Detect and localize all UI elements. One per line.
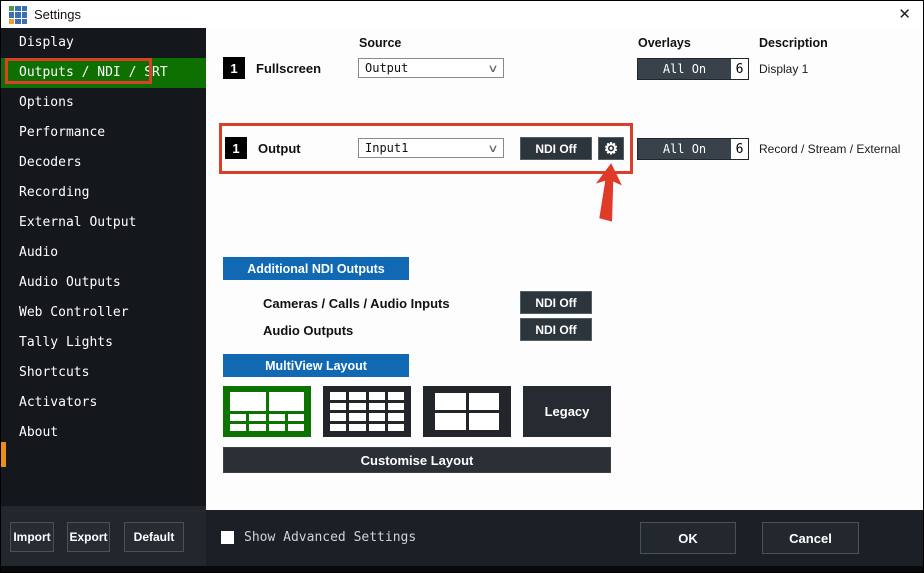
export-button[interactable]: Export	[67, 522, 110, 552]
additional-ndi-outputs-header[interactable]: Additional NDI Outputs	[223, 257, 409, 280]
audio-outputs-label: Audio Outputs	[263, 323, 353, 338]
fullscreen-overlays-button[interactable]: All On 6	[637, 58, 749, 80]
legacy-layout-button[interactable]: Legacy	[523, 386, 611, 437]
cameras-calls-audio-inputs-label: Cameras / Calls / Audio Inputs	[263, 296, 450, 311]
fullscreen-source-dropdown[interactable]: Output ∨	[358, 58, 504, 78]
multiview-layout-option-1-selected[interactable]	[223, 386, 311, 437]
column-header-source: Source	[359, 36, 401, 50]
fullscreen-label: Fullscreen	[256, 61, 321, 76]
output-overlays-button[interactable]: All On 6	[637, 138, 749, 160]
sidebar-item-web-controller[interactable]: Web Controller	[1, 298, 206, 328]
column-header-overlays: Overlays	[638, 36, 691, 50]
sidebar: Display Outputs / NDI / SRT Options Perf…	[1, 28, 206, 573]
ok-button[interactable]: OK	[640, 522, 736, 554]
output-label: Output	[258, 141, 301, 156]
overlay-count-badge: 6	[731, 59, 748, 79]
bottom-bar: Show Advanced Settings OK Cancel	[206, 510, 923, 572]
sidebar-item-options[interactable]: Options	[1, 88, 206, 118]
vmix-logo-icon	[9, 6, 27, 24]
column-header-description: Description	[759, 36, 828, 50]
sidebar-item-activators[interactable]: Activators	[1, 388, 206, 418]
red-arrow-annotation	[591, 163, 625, 225]
output-source-dropdown[interactable]: Input1 ∨	[358, 138, 504, 158]
sidebar-item-external-output[interactable]: External Output	[1, 208, 206, 238]
show-advanced-settings-checkbox[interactable]	[221, 531, 234, 544]
default-button[interactable]: Default	[124, 522, 184, 552]
sidebar-item-shortcuts[interactable]: Shortcuts	[1, 358, 206, 388]
cancel-button[interactable]: Cancel	[762, 522, 859, 554]
multiview-layout-option-3[interactable]	[423, 386, 511, 437]
sidebar-item-recording[interactable]: Recording	[1, 178, 206, 208]
output-ndi-off-button[interactable]: NDI Off	[520, 137, 592, 160]
chevron-down-icon: ∨	[487, 62, 498, 75]
sidebar-item-tally-lights[interactable]: Tally Lights	[1, 328, 206, 358]
sidebar-item-about[interactable]: About	[1, 418, 206, 448]
overlay-count-badge: 6	[731, 139, 748, 159]
cameras-ndi-off-button[interactable]: NDI Off	[520, 291, 592, 314]
gear-icon[interactable]: ⚙	[598, 137, 624, 160]
import-button[interactable]: Import	[10, 522, 54, 552]
sidebar-item-display[interactable]: Display	[1, 28, 206, 58]
fullscreen-number-badge: 1	[223, 57, 245, 79]
close-icon[interactable]: ✕	[898, 5, 911, 23]
sidebar-footer: Import Export Default	[1, 506, 206, 573]
output-number-badge: 1	[225, 137, 247, 159]
customise-layout-button[interactable]: Customise Layout	[223, 447, 611, 473]
window-bottom-edge	[1, 566, 923, 572]
main-panel: Source Overlays Description 1 Fullscreen…	[206, 28, 923, 510]
fullscreen-description: Display 1	[759, 62, 808, 76]
audio-outputs-ndi-off-button[interactable]: NDI Off	[520, 318, 592, 341]
show-advanced-settings-label: Show Advanced Settings	[244, 530, 416, 545]
chevron-down-icon: ∨	[487, 142, 498, 155]
titlebar: Settings ✕	[1, 1, 923, 28]
output-description: Record / Stream / External	[759, 142, 900, 156]
sidebar-item-audio-outputs[interactable]: Audio Outputs	[1, 268, 206, 298]
sidebar-item-performance[interactable]: Performance	[1, 118, 206, 148]
multiview-layout-option-2[interactable]	[323, 386, 411, 437]
sidebar-item-outputs-ndi-srt[interactable]: Outputs / NDI / SRT	[1, 58, 206, 88]
window-title: Settings	[34, 7, 81, 22]
sidebar-item-audio[interactable]: Audio	[1, 238, 206, 268]
multiview-layout-header[interactable]: MultiView Layout	[223, 354, 409, 377]
settings-window: Settings ✕ Display Outputs / NDI / SRT O…	[0, 0, 924, 573]
sidebar-item-decoders[interactable]: Decoders	[1, 148, 206, 178]
orange-edge-accent	[1, 442, 6, 467]
